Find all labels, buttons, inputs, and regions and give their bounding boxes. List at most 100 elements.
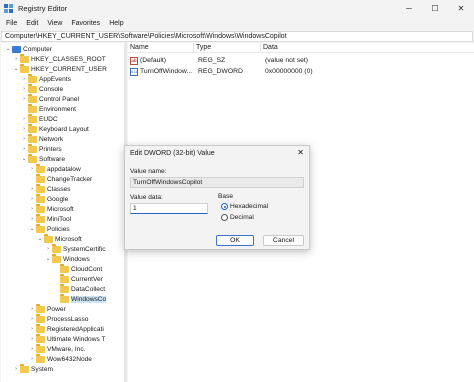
tree-node[interactable]: › Control Panel [21, 94, 79, 104]
expand-chevron-icon[interactable]: › [13, 54, 19, 64]
tree-node[interactable]: DataCollect [53, 284, 105, 294]
expand-chevron-icon[interactable]: › [21, 84, 27, 94]
tree-node[interactable]: ChangeTracker [29, 174, 92, 184]
expand-chevron-icon[interactable]: › [13, 364, 19, 374]
decimal-radio[interactable] [221, 214, 228, 221]
tree-node[interactable]: ⌄ HKEY_CURRENT_USER [13, 64, 107, 74]
expand-chevron-icon[interactable]: › [21, 134, 27, 144]
tree-node[interactable]: › VMware, Inc. [29, 344, 85, 354]
hexadecimal-radio[interactable] [221, 203, 228, 210]
expand-chevron-icon[interactable]: › [29, 194, 35, 204]
expand-chevron-icon[interactable]: › [29, 334, 35, 344]
expand-chevron-icon[interactable]: › [21, 124, 27, 134]
expand-chevron-icon[interactable]: › [29, 354, 35, 364]
tree-node[interactable]: › Console [21, 84, 63, 94]
minimize-button[interactable]: ─ [396, 0, 422, 17]
expand-chevron-icon[interactable]: › [29, 204, 35, 214]
expand-chevron-icon[interactable]: › [21, 74, 27, 84]
menu-help[interactable]: Help [109, 20, 123, 27]
maximize-button[interactable]: ☐ [422, 0, 448, 17]
column-type-header[interactable]: Type [194, 43, 261, 52]
tree-node[interactable]: ⌄ Computer [5, 44, 52, 54]
tree-node[interactable]: › Network [21, 134, 63, 144]
tree-node[interactable]: › Google [29, 194, 68, 204]
collapse-chevron-icon[interactable]: ⌄ [29, 224, 35, 234]
column-name-header[interactable]: Name [128, 43, 194, 52]
tree-node[interactable]: › Power [29, 304, 66, 314]
tree-node[interactable]: › HKEY_CLASSES_ROOT [13, 54, 106, 64]
tree-node[interactable]: › ProcessLasso [29, 314, 88, 324]
tree-node[interactable]: Environment [21, 104, 76, 114]
value-data-input[interactable]: 1 [130, 203, 208, 214]
tree-node[interactable]: ⌄ Microsoft [37, 234, 82, 244]
folder-icon [20, 64, 29, 73]
string-value-icon: ab [130, 56, 138, 65]
collapse-chevron-icon[interactable]: ⌄ [37, 234, 43, 244]
menu-favorites[interactable]: Favorites [71, 20, 100, 27]
tree-node-label: HKEY_CLASSES_ROOT [31, 55, 106, 63]
tree-node[interactable]: › RegisteredApplicati [29, 324, 104, 334]
tree-node-label: ProcessLasso [47, 315, 89, 323]
hexadecimal-option[interactable]: Hexadecimal [221, 203, 268, 210]
decimal-option[interactable]: Decimal [221, 214, 254, 221]
menu-file[interactable]: File [6, 20, 17, 27]
ok-button[interactable]: OK [216, 235, 254, 246]
collapse-chevron-icon[interactable]: ⌄ [13, 64, 19, 74]
tree-node[interactable]: CloudCont [53, 264, 102, 274]
expand-chevron-icon[interactable]: › [45, 244, 51, 254]
value-row[interactable]: 011 TurnOffWindow... REG_DWORD 0x0000000… [128, 66, 413, 77]
tree-node-label: Windows [63, 255, 90, 263]
close-button[interactable]: ✕ [448, 0, 474, 17]
collapse-chevron-icon[interactable]: ⌄ [21, 154, 27, 164]
dialog-title: Edit DWORD (32-bit) Value [130, 150, 215, 157]
tree-node[interactable]: › AppEvents [21, 74, 71, 84]
expand-chevron-icon[interactable]: › [29, 214, 35, 224]
window-title: Registry Editor [18, 4, 68, 13]
expand-chevron-icon[interactable]: › [21, 94, 27, 104]
expand-chevron-icon[interactable]: › [29, 304, 35, 314]
tree-node[interactable]: › Printers [21, 144, 62, 154]
tree-node[interactable]: ⌄ Software [21, 154, 65, 164]
menu-view[interactable]: View [47, 20, 62, 27]
folder-icon [28, 94, 37, 103]
expand-chevron-icon[interactable]: › [29, 324, 35, 334]
folder-icon [28, 74, 37, 83]
tree-node[interactable]: CurrentVer [53, 274, 103, 284]
tree-node[interactable]: › MiniTool [29, 214, 71, 224]
expand-chevron-icon[interactable]: › [29, 314, 35, 324]
menu-edit[interactable]: Edit [26, 20, 38, 27]
dialog-close-button[interactable]: ✕ [297, 148, 304, 157]
value-row[interactable]: ab (Default) REG_SZ (value not set) [128, 55, 413, 66]
cancel-button[interactable]: Cancel [263, 235, 304, 246]
binary-value-icon: 011 [130, 67, 138, 76]
tree-node[interactable]: › EUDC [21, 114, 58, 124]
expand-chevron-icon[interactable]: › [21, 114, 27, 124]
tree-node[interactable]: › appdatalow [29, 164, 81, 174]
folder-icon [36, 214, 45, 223]
title-bar: Registry Editor ─ ☐ ✕ [0, 0, 474, 17]
tree-node[interactable]: › SystemCertific [45, 244, 106, 254]
expand-chevron-icon[interactable]: › [21, 144, 27, 154]
folder-icon [60, 264, 69, 273]
edit-dword-dialog: Edit DWORD (32-bit) Value ✕ Value name: … [124, 145, 310, 250]
tree-node[interactable]: › Microsoft [29, 204, 74, 214]
tree-node[interactable]: › Ultimate Windows T [29, 334, 106, 344]
expand-chevron-icon[interactable]: › [29, 184, 35, 194]
address-bar[interactable]: Computer\HKEY_CURRENT_USER\Software\Poli… [1, 31, 473, 42]
expand-chevron-icon[interactable]: › [29, 344, 35, 354]
computer-icon [12, 45, 21, 53]
tree-node[interactable]: › Wow6432Node [29, 354, 92, 364]
tree-node[interactable]: WindowsCo [53, 294, 107, 304]
column-data-header[interactable]: Data [261, 43, 411, 52]
expand-chevron-icon[interactable]: › [29, 164, 35, 174]
folder-icon [36, 174, 45, 183]
tree-node[interactable]: › Keyboard Layout [21, 124, 89, 134]
tree-node[interactable]: ⌄ Windows [45, 254, 90, 264]
collapse-chevron-icon[interactable]: ⌄ [45, 254, 51, 264]
tree-node[interactable]: ⌄ Policies [29, 224, 70, 234]
collapse-chevron-icon[interactable]: ⌄ [5, 44, 11, 54]
tree-node-label: SystemCertific [63, 245, 106, 253]
tree-node[interactable]: › System [13, 364, 53, 374]
tree-node[interactable]: › Classes [29, 184, 70, 194]
